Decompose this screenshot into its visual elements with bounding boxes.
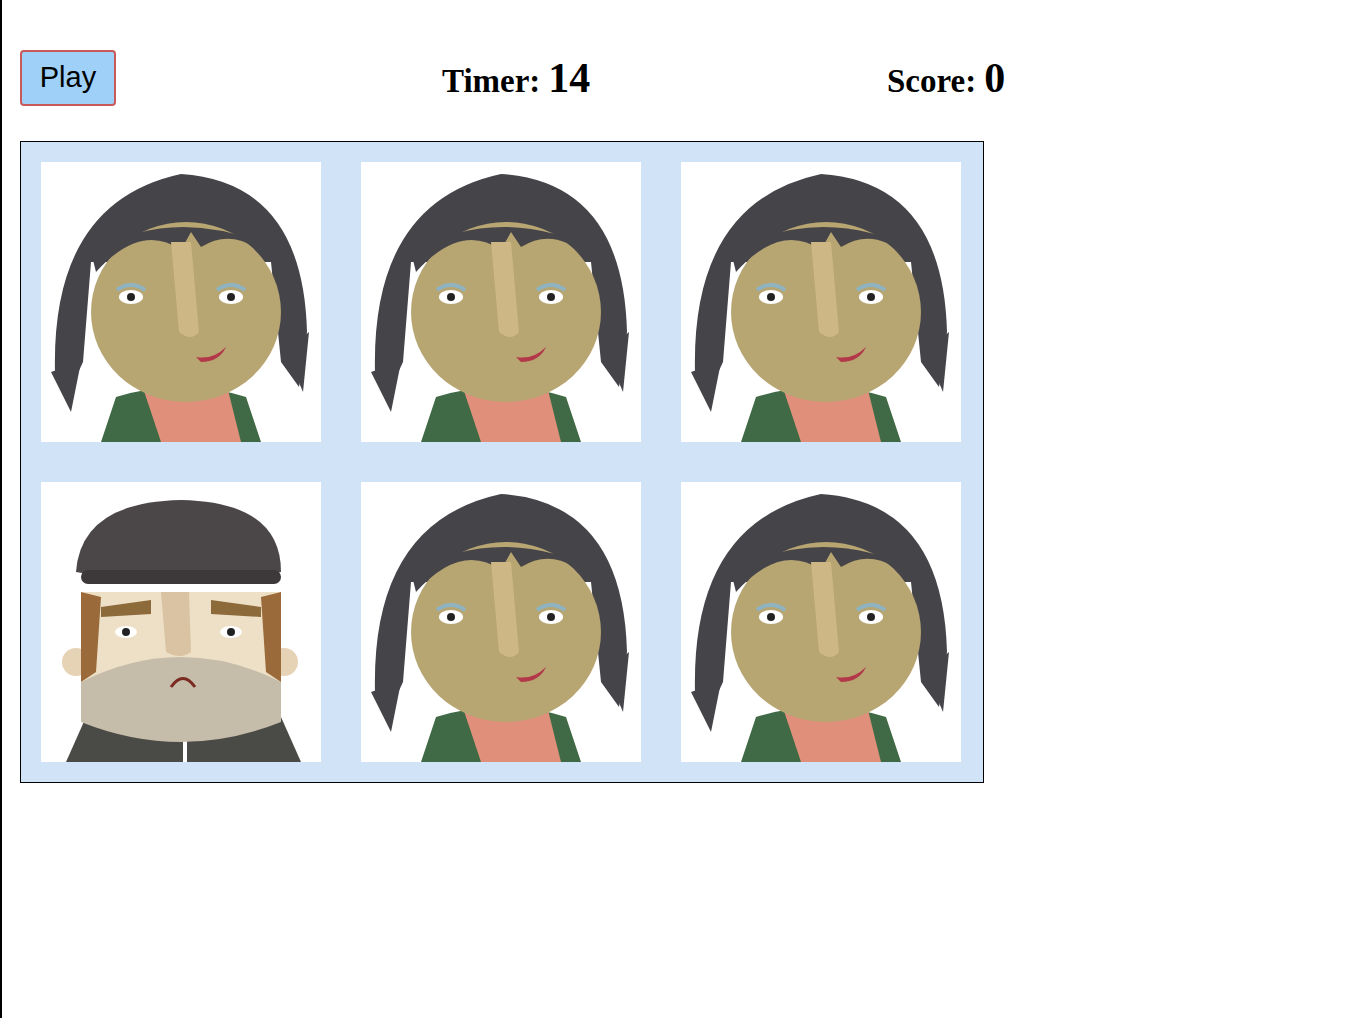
play-button[interactable]: Play — [20, 50, 116, 106]
board-cell[interactable] — [681, 482, 961, 762]
score-value: 0 — [984, 47, 1005, 110]
game-page: PlayTimer:14Score:0 — [2, 0, 1102, 783]
board-cell[interactable] — [361, 162, 641, 442]
woman-icon — [681, 162, 961, 442]
woman-icon — [41, 162, 321, 442]
header-bar: PlayTimer:14Score:0 — [20, 48, 1102, 108]
woman-icon — [681, 482, 961, 762]
board-cell[interactable] — [41, 482, 321, 762]
board-cell[interactable] — [361, 482, 641, 762]
play-area: Play — [20, 50, 442, 106]
woman-icon — [361, 482, 641, 762]
game-board — [20, 141, 984, 783]
timer: Timer:14 — [442, 47, 887, 110]
man-icon — [41, 482, 321, 762]
score: Score:0 — [887, 47, 1005, 110]
board-cell[interactable] — [681, 162, 961, 442]
woman-icon — [361, 162, 641, 442]
board-cell[interactable] — [41, 162, 321, 442]
timer-value: 14 — [548, 47, 590, 110]
timer-label: Timer: — [442, 57, 540, 107]
score-label: Score: — [887, 57, 976, 107]
